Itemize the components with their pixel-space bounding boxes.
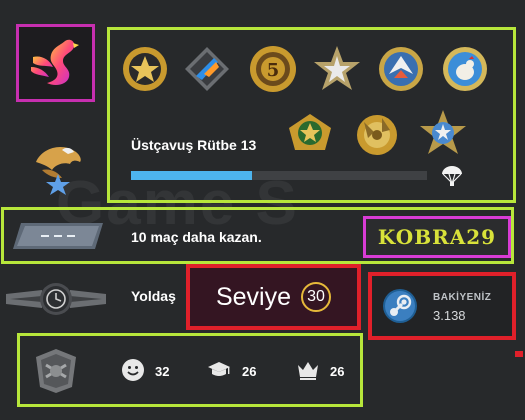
xp-progress-fill (131, 171, 253, 180)
xp-progress-bar (131, 171, 427, 180)
wallet-label: BAKİYENİZ (433, 292, 492, 303)
steam-icon (383, 289, 417, 323)
player-name-box: KOBRA29 (363, 216, 511, 258)
wallet-value: 3.138 (433, 308, 466, 323)
wingman-rank-icon (13, 223, 103, 249)
medal-icon[interactable] (440, 44, 490, 94)
commendation-title: Yoldaş (131, 288, 176, 304)
wallet-box[interactable]: BAKİYENİZ 3.138 (368, 272, 516, 340)
level-value: 30 (301, 282, 332, 312)
medal-icon[interactable] (352, 108, 402, 158)
eagle-rank-icon (32, 140, 84, 196)
red-marker (515, 351, 523, 357)
smiley-icon (122, 359, 144, 381)
medal-icon[interactable] (285, 108, 335, 158)
flamingo-avatar-icon (31, 39, 79, 85)
crown-icon (298, 362, 318, 380)
rank-title: Üstçavuş Rütbe 13 (131, 137, 257, 153)
teacher-count: 26 (242, 364, 257, 379)
win-message: 10 maç daha kazan. (131, 229, 262, 245)
medal-icon[interactable] (418, 108, 468, 158)
leader-count: 26 (330, 364, 345, 379)
coin-icon (32, 347, 80, 395)
level-label: Seviye (215, 282, 292, 311)
medal-icon[interactable]: 5 (248, 44, 298, 94)
service-medal-icon (6, 280, 106, 318)
graduation-cap-icon (208, 362, 230, 376)
avatar[interactable] (16, 24, 95, 102)
level-box: Seviye 30 (186, 264, 361, 330)
player-name: KOBRA29 (377, 225, 497, 249)
parachute-icon (440, 164, 464, 188)
medal-icon[interactable] (120, 44, 170, 94)
medal-icon[interactable] (312, 44, 362, 94)
friendly-count: 32 (155, 364, 170, 379)
svg-text:5: 5 (267, 60, 280, 81)
medal-icon[interactable] (376, 44, 426, 94)
medal-icon[interactable] (182, 44, 232, 94)
